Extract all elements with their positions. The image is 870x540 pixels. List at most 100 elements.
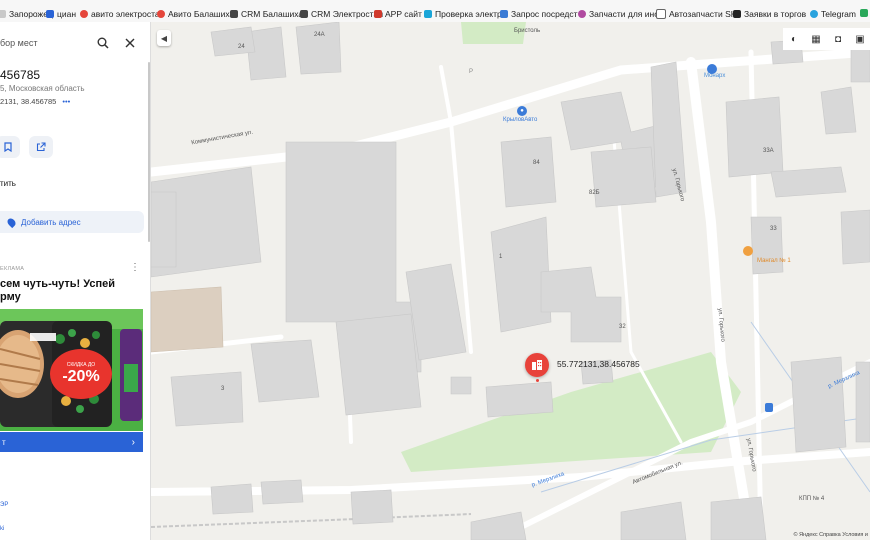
bookmark-label: CRM Электростал	[311, 9, 384, 19]
house-number: 82Б	[589, 190, 600, 196]
bookmark-icon	[230, 10, 238, 18]
map-canvas[interactable]: ◀ ◐ ▦ ◘ ▣ Коммунистическая ул. ул. Горьк…	[151, 22, 870, 540]
pin-point	[536, 379, 539, 382]
house-number: 32	[619, 324, 626, 330]
bookmark-label: Telegram	[821, 9, 856, 19]
ad-cta-label: т	[2, 437, 6, 447]
bookmark-button[interactable]	[0, 136, 20, 158]
share-label: тить	[0, 179, 16, 188]
bookmark-label: CRM Балашиха	[241, 9, 304, 19]
share-button[interactable]	[29, 136, 53, 158]
collapse-sidebar-button[interactable]: ◀	[157, 30, 171, 46]
bookmark-label: авито электроста	[91, 9, 160, 19]
transport-icon[interactable]: ▣	[849, 28, 870, 50]
restaurant-icon[interactable]	[743, 246, 753, 256]
map-mode-icon[interactable]: ▦	[805, 28, 827, 50]
map-copyright[interactable]: © Яндекс Справка Условия и	[794, 532, 869, 538]
bookmark-icon	[80, 10, 88, 18]
bookmark-item[interactable]: Запрос посредст	[500, 9, 577, 19]
house-number: 24	[238, 44, 245, 50]
bookmark-icon	[500, 10, 508, 18]
house-number: 1	[499, 254, 503, 260]
search-input[interactable]: бор мест	[0, 38, 37, 48]
ad-title-line2: рму	[0, 291, 21, 303]
poi-label[interactable]: Монарх	[704, 73, 725, 79]
bookmark-label: APP сайт	[385, 9, 422, 19]
bookmark-icon	[578, 10, 586, 18]
map-background	[151, 22, 870, 540]
more-button[interactable]: •••	[62, 97, 70, 106]
parking-icon[interactable]: P	[469, 69, 473, 75]
bookmark-label: Авито Балашиха	[168, 9, 235, 19]
bookmark-icon	[46, 10, 54, 18]
close-icon[interactable]	[121, 34, 139, 52]
layers-icon[interactable]: ◐	[783, 28, 805, 50]
bookmark-item[interactable]	[860, 9, 868, 17]
bottom-link[interactable]: ЭР	[0, 502, 8, 508]
ad-label: ЕКЛАМА	[0, 266, 25, 272]
place-title: 456785	[0, 68, 41, 82]
bookmark-icon	[157, 10, 165, 18]
bookmark-label: циан	[57, 9, 77, 19]
ad-title-line1: сем чуть-чуть! Успей	[0, 278, 116, 290]
bottom-link[interactable]: ki	[0, 526, 8, 532]
location-pin-icon[interactable]	[525, 353, 549, 377]
house-number: 33	[770, 226, 777, 232]
search-box[interactable]: бор мест	[0, 28, 148, 60]
coords-value[interactable]: 2131, 38.456785	[0, 97, 56, 106]
chevron-right-icon: ›	[131, 436, 135, 448]
bookmark-label: Заявки в торгов	[744, 9, 807, 19]
poi-label[interactable]: КрыловАвто	[503, 117, 537, 123]
car-service-icon[interactable]: ●	[517, 106, 527, 116]
bookmark-label: Проверка электр	[435, 9, 502, 19]
bookmark-icon	[810, 10, 818, 18]
bookmark-item[interactable]: Авито Балашиха	[157, 9, 234, 19]
bookmark-item[interactable]: авито электроста	[80, 9, 160, 19]
coords-text: 2131, 38.456785 •••	[0, 97, 70, 106]
bookmark-item[interactable]: Telegram	[810, 9, 856, 19]
share-icon	[36, 142, 46, 152]
bookmark-item[interactable]: Запорожец	[0, 9, 53, 19]
sidebar-panel: бор мест 456785 5, Московская область 21…	[0, 22, 151, 540]
pin-coords-label[interactable]: 55.772131,38.456785	[557, 359, 640, 369]
bookmark-icon	[733, 10, 741, 18]
ad-menu-icon[interactable]: ⋮	[130, 262, 140, 273]
bookmark-item[interactable]: CRM Электростал	[300, 9, 383, 19]
ad-image[interactable]: СКИДКА ДО -20%	[0, 309, 143, 431]
location-icon	[5, 216, 18, 228]
map-tools: ◐ ▦ ◘ ▣	[783, 28, 870, 50]
bookmark-item[interactable]: Запчасти для ино	[578, 9, 659, 19]
ad-cta-button[interactable]: т ›	[0, 432, 143, 452]
bookmark-item[interactable]: Автозапчасти SK	[656, 9, 736, 19]
bookmark-label: Запрос посредст	[511, 9, 578, 19]
bookmarks-bar: Запорожец циан авито электроста Авито Ба…	[0, 0, 870, 23]
chevron-left-icon: ◀	[160, 33, 168, 43]
sidebar-scrollbar[interactable]	[148, 62, 150, 242]
bus-stop-icon[interactable]	[765, 403, 773, 412]
car-service-icon[interactable]	[707, 64, 717, 74]
bookmark-item[interactable]: APP сайт	[374, 9, 422, 19]
add-address-button[interactable]: Добавить адрес	[0, 211, 144, 233]
bookmark-icon	[4, 142, 12, 152]
bookmark-icon	[860, 9, 868, 17]
bookmark-item[interactable]: CRM Балашиха	[230, 9, 303, 19]
bookmark-item[interactable]: Заявки в торгов	[733, 9, 806, 19]
photo-icon[interactable]: ◘	[827, 28, 849, 50]
house-number: 84	[533, 160, 540, 166]
bookmark-icon	[374, 10, 382, 18]
bookmark-icon	[300, 10, 308, 18]
house-number: 33А	[763, 148, 774, 154]
search-icon[interactable]	[94, 34, 112, 52]
bookmark-item[interactable]: циан	[46, 9, 76, 19]
bookmark-icon	[0, 10, 6, 18]
discount-badge: СКИДКА ДО -20%	[50, 349, 112, 399]
place-region: 5, Московская область	[0, 84, 85, 93]
bookmark-label: Автозапчасти SK	[669, 9, 737, 19]
poi-label[interactable]: Бристоль	[514, 28, 540, 34]
poi-label[interactable]: КПП № 4	[799, 496, 824, 502]
bookmark-label: Запчасти для ино	[589, 9, 659, 19]
ad-title[interactable]: сем чуть-чуть! Успей рму	[0, 278, 115, 304]
bookmark-item[interactable]: Проверка электр	[424, 9, 502, 19]
poi-label[interactable]: Мангал № 1	[757, 258, 791, 264]
bottom-links: ЭР ki	[0, 502, 8, 532]
